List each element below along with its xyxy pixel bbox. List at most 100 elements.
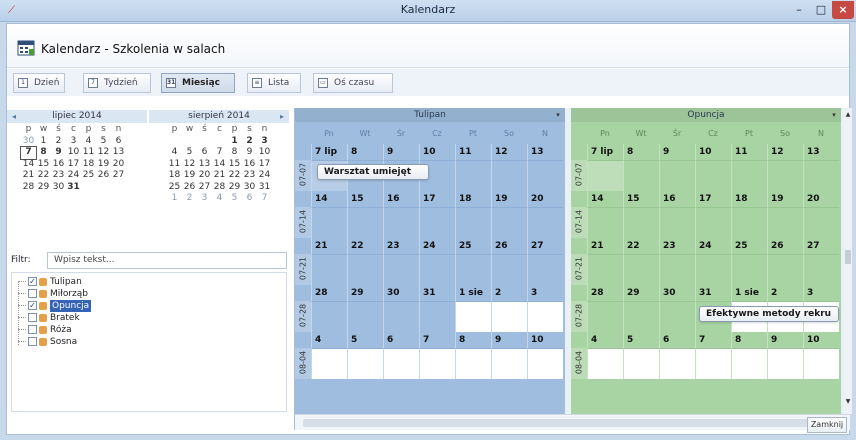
mini-day[interactable]: 13 — [111, 147, 126, 159]
day-cell[interactable] — [491, 348, 527, 379]
mini-day[interactable]: 5 — [96, 136, 111, 148]
day-cell[interactable] — [419, 301, 455, 332]
mini-day[interactable]: 21 — [212, 170, 227, 182]
checkbox[interactable] — [28, 313, 37, 322]
day-cell[interactable] — [419, 254, 455, 285]
day-number[interactable]: 7 lip — [311, 144, 347, 160]
month-view-button[interactable]: 31 Miesiąc — [161, 73, 235, 93]
mini-day[interactable] — [81, 182, 96, 194]
day-cell[interactable] — [659, 254, 695, 285]
mini-day[interactable] — [111, 182, 126, 194]
checkbox[interactable] — [28, 337, 37, 346]
mini-day[interactable]: 9 — [51, 147, 66, 159]
scroll-up-icon[interactable]: ▲ — [844, 111, 852, 118]
minimize-button[interactable]: – — [788, 1, 810, 19]
day-number[interactable]: 24 — [695, 238, 731, 254]
day-view-button[interactable]: 1 Dzień — [13, 73, 65, 93]
day-number[interactable]: 11 — [455, 144, 491, 160]
day-cell[interactable] — [767, 348, 803, 379]
day-number[interactable]: 27 — [803, 238, 839, 254]
day-number[interactable]: 9 — [767, 332, 803, 348]
mini-day[interactable] — [96, 182, 111, 194]
day-cell[interactable] — [455, 348, 491, 379]
day-number[interactable]: 12 — [491, 144, 527, 160]
mini-day[interactable]: 6 — [111, 136, 126, 148]
day-cell[interactable] — [491, 207, 527, 238]
mini-day[interactable]: 12 — [96, 147, 111, 159]
day-number[interactable]: 31 — [695, 285, 731, 301]
mini-day[interactable]: 11 — [81, 147, 96, 159]
mini-day[interactable]: 4 — [212, 193, 227, 205]
day-cell[interactable] — [383, 301, 419, 332]
day-number[interactable]: 20 — [803, 191, 839, 207]
day-cell[interactable] — [695, 254, 731, 285]
day-number[interactable]: 6 — [659, 332, 695, 348]
next-month-button[interactable]: ▸ — [277, 110, 287, 123]
mini-day[interactable]: 16 — [242, 159, 257, 171]
day-number[interactable]: 22 — [347, 238, 383, 254]
day-number[interactable]: 17 — [695, 191, 731, 207]
day-cell[interactable] — [527, 254, 563, 285]
close-window-button[interactable]: × — [832, 1, 854, 19]
resource-item[interactable]: Bratek — [18, 312, 80, 324]
day-cell[interactable] — [419, 207, 455, 238]
day-cell[interactable] — [491, 160, 527, 191]
mini-day[interactable]: 6 — [242, 193, 257, 205]
day-number[interactable]: 28 — [311, 285, 347, 301]
day-cell[interactable] — [455, 207, 491, 238]
day-cell[interactable] — [311, 348, 347, 379]
mini-day[interactable]: 4 — [167, 147, 182, 159]
day-number[interactable]: 27 — [527, 238, 563, 254]
mini-day[interactable]: 27 — [197, 182, 212, 194]
resource-item[interactable]: Sosna — [18, 336, 77, 348]
prev-month-button[interactable]: ◂ — [9, 110, 19, 123]
day-number[interactable]: 7 — [695, 332, 731, 348]
day-cell[interactable] — [347, 207, 383, 238]
mini-day[interactable]: 22 — [227, 170, 242, 182]
day-number[interactable]: 30 — [659, 285, 695, 301]
day-cell[interactable] — [659, 301, 695, 332]
day-cell[interactable] — [803, 254, 839, 285]
day-number[interactable]: 3 — [527, 285, 563, 301]
mini-day[interactable]: 18 — [81, 159, 96, 171]
day-number[interactable]: 15 — [623, 191, 659, 207]
day-cell[interactable] — [383, 254, 419, 285]
mini-day[interactable]: 1 — [227, 136, 242, 148]
mini-day[interactable]: 17 — [66, 159, 81, 171]
mini-day[interactable]: 6 — [197, 147, 212, 159]
mini-day[interactable]: 13 — [197, 159, 212, 171]
mini-day[interactable]: 18 — [167, 170, 182, 182]
day-number[interactable]: 5 — [347, 332, 383, 348]
day-number[interactable]: 4 — [587, 332, 623, 348]
mini-day[interactable]: 25 — [167, 182, 182, 194]
day-cell[interactable] — [527, 348, 563, 379]
mini-day[interactable]: 30 — [242, 182, 257, 194]
mini-day[interactable]: 3 — [257, 136, 272, 148]
mini-day[interactable]: 15 — [227, 159, 242, 171]
mini-day[interactable]: 10 — [66, 147, 81, 159]
mini-day[interactable]: 3 — [66, 136, 81, 148]
mini-day[interactable]: 26 — [96, 170, 111, 182]
day-number[interactable]: 8 — [623, 144, 659, 160]
day-number[interactable]: 4 — [311, 332, 347, 348]
mini-day[interactable]: 25 — [81, 170, 96, 182]
day-number[interactable]: 12 — [767, 144, 803, 160]
day-number[interactable]: 23 — [383, 238, 419, 254]
resource-item[interactable]: ✓ Tulipan — [18, 276, 82, 288]
event-block[interactable]: Efektywne metody rekru — [699, 306, 839, 322]
day-number[interactable]: 7 lip — [587, 144, 623, 160]
day-number[interactable]: 1 sie — [455, 285, 491, 301]
mini-day[interactable]: 8 — [227, 147, 242, 159]
mini-day[interactable]: 20 — [111, 159, 126, 171]
day-cell[interactable] — [731, 207, 767, 238]
mini-day[interactable]: 23 — [51, 170, 66, 182]
day-number[interactable]: 2 — [767, 285, 803, 301]
mini-day[interactable]: 5 — [227, 193, 242, 205]
day-cell[interactable] — [527, 160, 563, 191]
day-cell[interactable] — [455, 254, 491, 285]
mini-day[interactable] — [167, 136, 182, 148]
day-cell[interactable] — [623, 160, 659, 191]
mini-day[interactable]: 7 — [257, 193, 272, 205]
mini-day[interactable]: 31 — [66, 182, 81, 194]
day-cell[interactable] — [347, 301, 383, 332]
